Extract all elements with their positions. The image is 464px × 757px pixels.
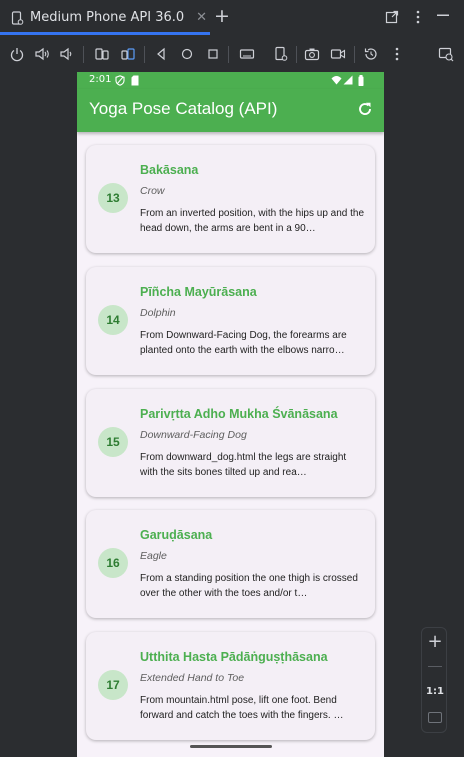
pose-number-badge: 16 (98, 548, 128, 578)
device-tab-title: Medium Phone API 36.0 (30, 10, 185, 25)
pose-description: From Downward-Facing Dog, the forearms a… (140, 330, 347, 356)
toolbar-separator (83, 46, 84, 63)
pose-description: From downward_dog.html the legs are stra… (140, 452, 347, 478)
pose-number-badge: 14 (98, 305, 128, 335)
close-tab-icon[interactable]: ✕ (196, 10, 207, 25)
cell-signal-icon (343, 75, 353, 85)
pose-sanskrit-name: Utthita Hasta Pādāṅguṣṭhāsana (140, 650, 328, 664)
zoom-in-button[interactable]: + (422, 632, 448, 652)
camera-icon[interactable] (304, 46, 320, 62)
pose-description: From mountain.html pose, lift one foot. … (140, 695, 344, 721)
zoom-actual-size-button[interactable]: 1:1 (422, 686, 448, 697)
rotate-left-icon[interactable] (94, 46, 110, 62)
android-status-bar: 2:01 (77, 72, 384, 89)
sd-card-icon (131, 75, 139, 86)
pose-english-name: Eagle (140, 550, 167, 562)
zoom-controls: + 1:1 (421, 627, 447, 733)
pose-description: From an inverted position, with the hips… (140, 208, 365, 234)
app-title: Yoga Pose Catalog (API) (89, 99, 278, 118)
pose-sanskrit-name: Garuḍāsana (140, 528, 213, 542)
back-icon[interactable] (153, 46, 169, 62)
pose-card[interactable]: 13 Bakāsana Crow From an inverted positi… (86, 145, 375, 253)
keyboard-icon[interactable] (239, 46, 255, 62)
volume-down-icon[interactable] (59, 46, 75, 62)
pose-description: From a standing position the one thigh i… (140, 573, 358, 599)
app-bar: Yoga Pose Catalog (API) (77, 89, 384, 132)
toolbar-more-icon[interactable] (389, 46, 405, 62)
rotate-right-icon[interactable] (120, 46, 136, 62)
device-icon (11, 10, 24, 25)
toolbar-separator (296, 46, 297, 63)
refresh-icon[interactable] (357, 101, 373, 117)
pose-card[interactable]: 15 Parivṛtta Adho Mukha Śvānāsana Downwa… (86, 389, 375, 497)
home-icon[interactable] (179, 46, 195, 62)
toolbar-separator (144, 46, 145, 63)
pose-sanskrit-name: Bakāsana (140, 163, 199, 177)
open-external-icon[interactable] (385, 10, 399, 24)
pose-number-badge: 15 (98, 427, 128, 457)
add-device-tab-button[interactable]: + (214, 6, 230, 26)
extended-controls-icon[interactable] (438, 46, 454, 62)
toolbar-separator (228, 46, 229, 63)
overview-icon[interactable] (205, 46, 221, 62)
pose-english-name: Crow (140, 185, 165, 197)
battery-icon (358, 75, 364, 86)
zoom-fit-screen-icon[interactable] (428, 712, 442, 723)
pose-card[interactable]: 16 Garuḍāsana Eagle From a standing posi… (86, 510, 375, 618)
shield-icon (115, 75, 125, 86)
device-tab[interactable]: Medium Phone API 36.0 ✕ (0, 0, 210, 35)
pose-card[interactable]: 17 Utthita Hasta Pādāṅguṣṭhāsana Extende… (86, 632, 375, 740)
pose-number-badge: 17 (98, 670, 128, 700)
active-tab-indicator (0, 32, 210, 35)
zoom-out-button[interactable] (428, 666, 442, 667)
toolbar-separator (354, 46, 355, 63)
pose-number-badge: 13 (98, 183, 128, 213)
status-time: 2:01 (89, 74, 112, 85)
more-options-icon[interactable] (412, 10, 424, 24)
pose-sanskrit-name: Parivṛtta Adho Mukha Śvānāsana (140, 407, 338, 421)
pose-card[interactable]: 14 Pīñcha Mayūrāsana Dolphin From Downwa… (86, 267, 375, 375)
minimize-icon[interactable] (436, 14, 450, 17)
pose-english-name: Dolphin (140, 307, 176, 319)
pose-english-name: Extended Hand to Toe (140, 672, 245, 684)
pose-english-name: Downward-Facing Dog (140, 429, 247, 441)
emulator-tab-bar: Medium Phone API 36.0 ✕ + (0, 0, 464, 35)
phone-screen: 2:01 Yoga Pose Catalog (API) 13 Bakāsana… (77, 72, 384, 757)
device-settings-icon[interactable] (273, 46, 289, 62)
gesture-nav-handle[interactable] (190, 745, 272, 748)
snapshot-restore-icon[interactable] (363, 46, 379, 62)
wifi-icon (331, 76, 342, 85)
pose-sanskrit-name: Pīñcha Mayūrāsana (140, 285, 257, 299)
volume-up-icon[interactable] (34, 46, 50, 62)
screen-record-icon[interactable] (330, 46, 346, 62)
power-icon[interactable] (9, 46, 25, 62)
